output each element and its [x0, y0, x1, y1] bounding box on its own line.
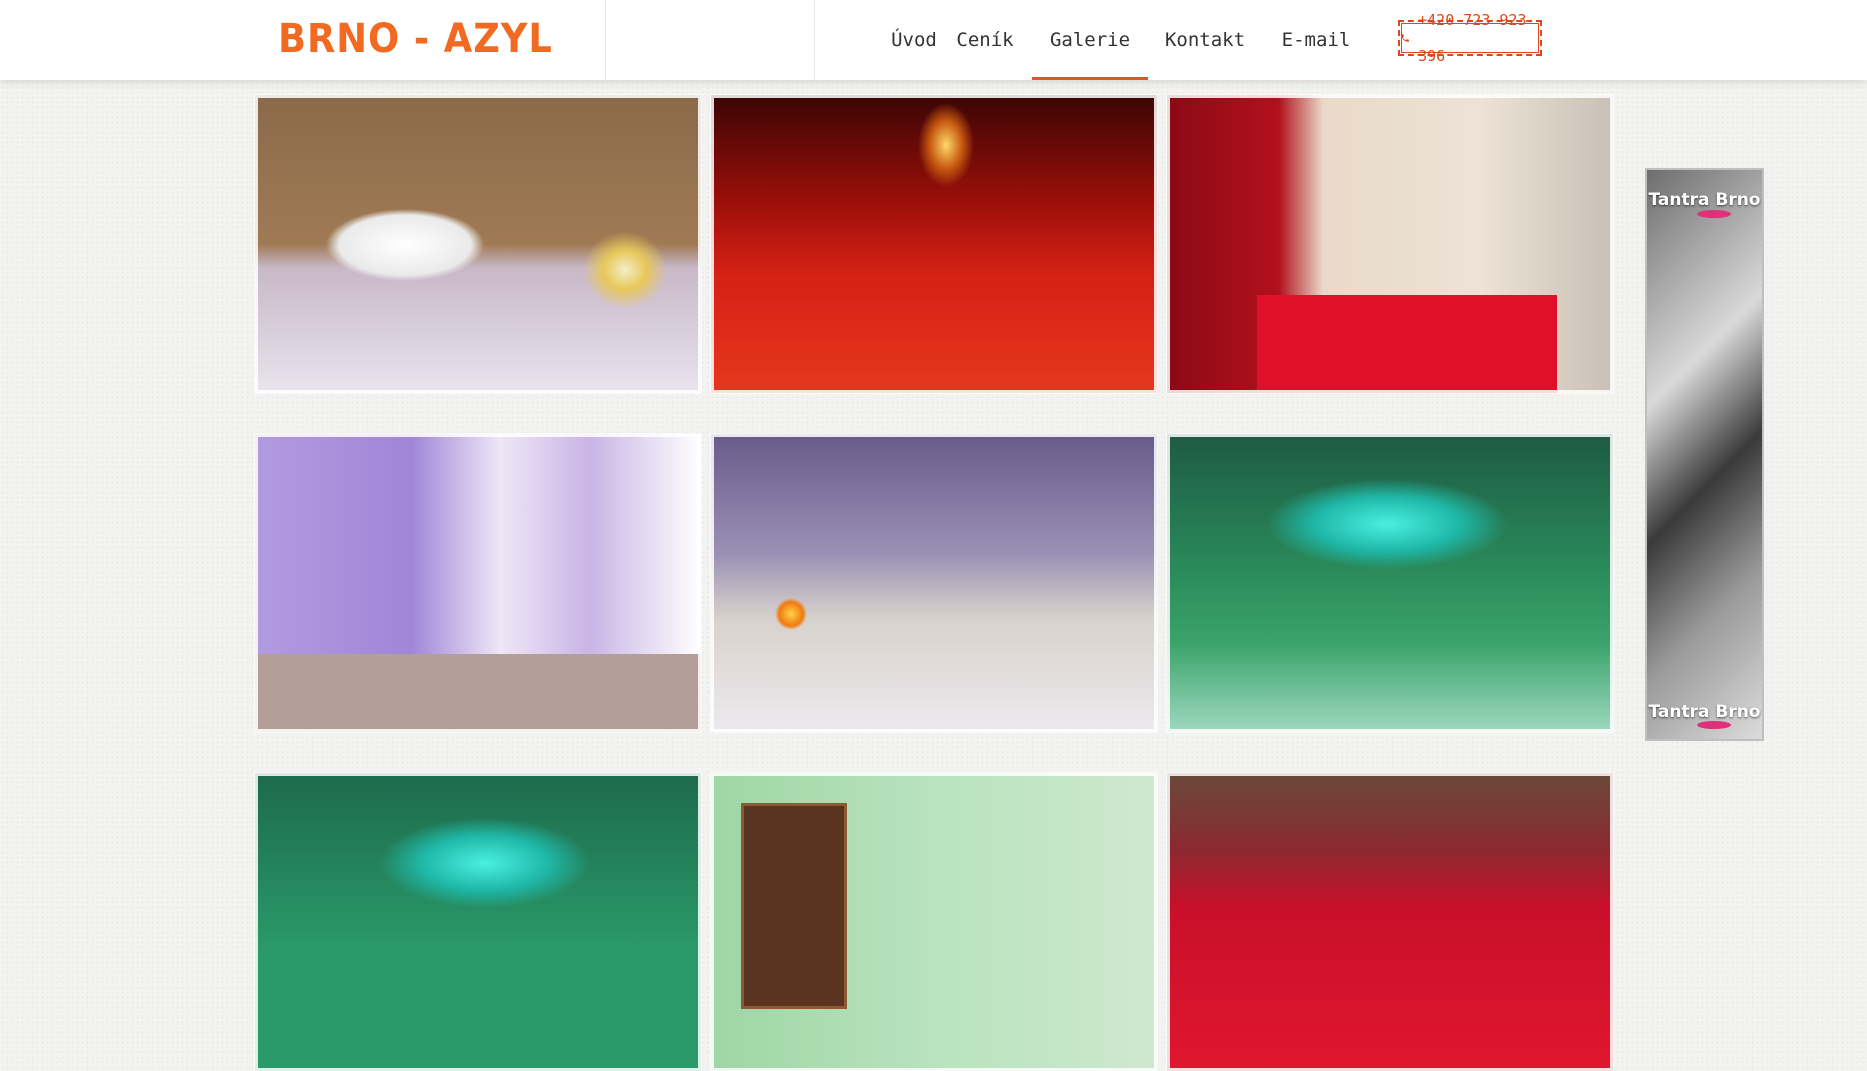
phone-icon	[1401, 34, 1409, 42]
red-mattress	[1257, 295, 1557, 393]
header-divider	[605, 0, 606, 80]
header-divider	[814, 0, 815, 80]
banner-title-bottom: Tantra Brno	[1648, 702, 1761, 722]
gallery-photo-teal-room[interactable]	[1167, 434, 1613, 732]
door	[741, 803, 847, 1009]
gallery-photo-purple-room[interactable]	[255, 434, 701, 732]
banner-swoosh-top	[1697, 210, 1731, 218]
site-logo[interactable]: BRNO - AZYL	[278, 14, 553, 64]
gallery-photo-towel[interactable]	[255, 95, 701, 393]
room-floor	[255, 654, 701, 732]
banner-title-top: Tantra Brno	[1648, 190, 1761, 210]
gallery-photo-red-mattress[interactable]	[1167, 95, 1613, 393]
tantra-brno-banner[interactable]: Tantra Brno Tantra Brno	[1645, 168, 1764, 741]
nav-item-kontakt[interactable]: Kontakt	[1160, 0, 1250, 80]
gallery-photo-teal-room-2[interactable]	[255, 773, 701, 1071]
nav-item-email[interactable]: E-mail	[1272, 0, 1360, 80]
gallery-photo-lamp-room[interactable]	[711, 434, 1157, 732]
gallery-photo-green-room[interactable]	[711, 773, 1157, 1071]
gallery-photo-red-bed[interactable]	[1167, 773, 1613, 1071]
gallery-photo-red-room[interactable]	[711, 95, 1157, 393]
nav-item-cenik[interactable]: Ceník	[946, 0, 1024, 80]
nav-item-galerie[interactable]: Galerie	[1032, 0, 1148, 80]
site-header: BRNO - AZYL Úvod Ceník Galerie Kontakt E…	[0, 0, 1867, 80]
phone-button[interactable]: +420 723 923 396	[1398, 11, 1542, 65]
banner-swoosh-bottom	[1697, 721, 1731, 729]
phone-number: +420 723 923 396	[1418, 11, 1527, 65]
